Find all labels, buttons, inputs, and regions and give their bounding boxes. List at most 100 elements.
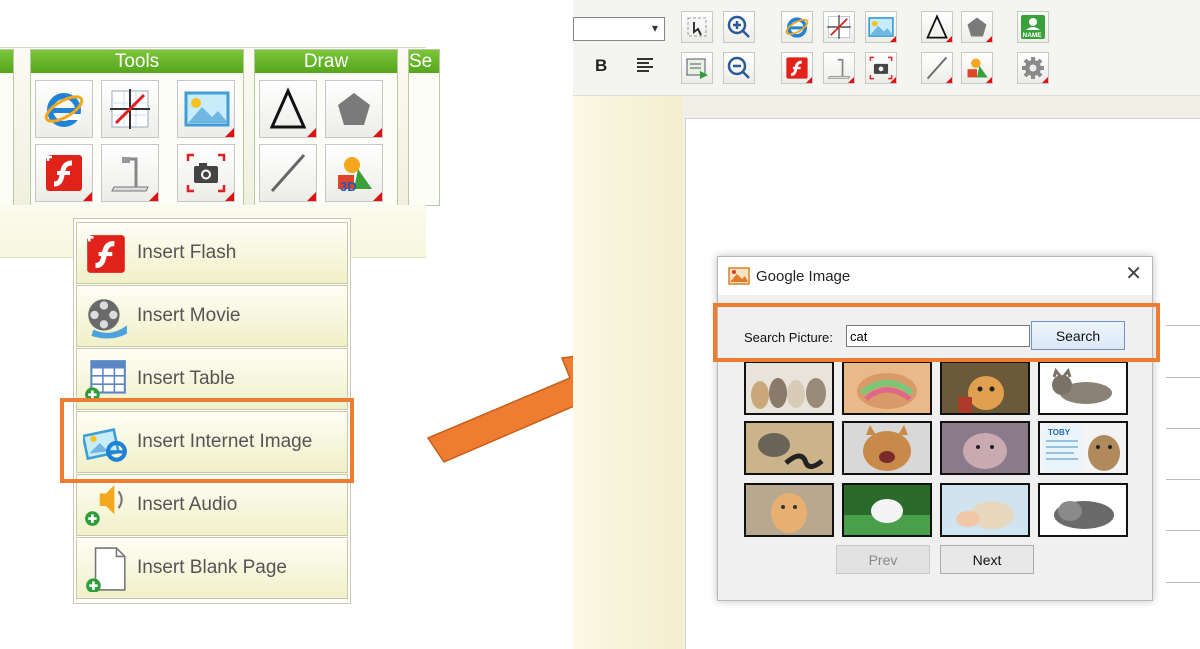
image-thumbnail[interactable] (1038, 361, 1128, 415)
more-indicator (890, 36, 896, 42)
toolbar-group-partial-right: Se (408, 49, 440, 206)
cat-photo-icon (844, 423, 930, 473)
more-indicator (225, 128, 234, 137)
image-thumbnail[interactable] (940, 421, 1030, 475)
triangle-icon (269, 87, 307, 129)
menu-item-insert-flash[interactable]: Insert Flash (76, 222, 348, 284)
next-button[interactable]: Next (940, 545, 1034, 574)
dialog-title-bar[interactable]: Google Image ✕ (718, 257, 1152, 295)
image-thumbnail[interactable] (1038, 483, 1128, 537)
line-button[interactable] (259, 144, 317, 202)
align-left-icon[interactable] (635, 56, 655, 76)
ruled-line (1166, 377, 1200, 378)
flash-icon (85, 233, 125, 273)
zoom-in-button[interactable] (723, 11, 755, 43)
screenshot-button[interactable] (177, 144, 235, 202)
ie-button-small[interactable] (781, 11, 813, 43)
image-thumbnail[interactable] (744, 483, 834, 537)
more-indicator (307, 192, 316, 201)
bold-button[interactable]: B (595, 56, 607, 76)
left-toolbar: Tools Draw 3D Se (0, 47, 440, 206)
cat-photo-icon (1040, 363, 1126, 413)
more-indicator (307, 128, 316, 137)
cat-photo-icon (942, 423, 1028, 473)
cat-photo-icon (746, 363, 832, 413)
menu-item-insert-blank-page[interactable]: Insert Blank Page (76, 537, 348, 599)
menu-item-label: Insert Audio (137, 494, 238, 515)
name-badge-label: NAME (1023, 32, 1043, 39)
picture-app-icon (728, 267, 750, 285)
flash-icon (44, 153, 82, 191)
more-indicator (848, 77, 854, 83)
3d-shapes-button[interactable]: 3D (325, 144, 383, 202)
image-thumbnail[interactable] (744, 421, 834, 475)
more-indicator (1042, 77, 1048, 83)
menu-item-label: Insert Flash (137, 242, 237, 263)
ie-button[interactable] (35, 80, 93, 138)
close-icon[interactable]: ✕ (1125, 264, 1142, 284)
zoom-in-icon (727, 15, 750, 38)
more-indicator (373, 192, 382, 201)
polygon-button[interactable] (325, 80, 383, 138)
cat-photo-icon (746, 485, 832, 535)
picture-button[interactable] (177, 80, 235, 138)
flash-button-small[interactable] (781, 52, 813, 84)
cat-photo-icon (942, 485, 1028, 535)
line-button-small[interactable] (921, 52, 953, 84)
3d-label: 3D (340, 179, 357, 194)
more-indicator (806, 77, 812, 83)
document-camera-button[interactable] (101, 144, 159, 202)
name-badge-icon: NAME (1021, 15, 1045, 39)
image-thumbnail[interactable] (842, 361, 932, 415)
cat-photo-icon (844, 363, 930, 413)
image-thumbnail[interactable]: TOBY (1038, 421, 1128, 475)
toolbar-group-partial-header (0, 50, 13, 73)
internet-explorer-icon (44, 93, 84, 127)
geometry-button-small[interactable] (823, 11, 855, 43)
cat-photo-icon (1040, 485, 1126, 535)
settings-button[interactable] (1017, 52, 1049, 84)
right-toolbar: ▾ B NAME (573, 0, 1200, 96)
image-thumbnail[interactable] (842, 483, 932, 537)
image-thumbnail[interactable] (940, 483, 1030, 537)
image-thumbnail[interactable] (940, 361, 1030, 415)
blank-page-icon (86, 547, 126, 592)
screenshot-button-small[interactable] (865, 52, 897, 84)
menu-item-insert-audio[interactable]: Insert Audio (76, 474, 348, 536)
3d-shapes-button-small[interactable] (961, 52, 993, 84)
ruled-line (1166, 530, 1200, 531)
font-select[interactable]: ▾ (573, 17, 665, 41)
document-camera-button-small[interactable] (823, 52, 855, 84)
highlight-box-insert-internet-image (60, 398, 354, 483)
polygon-button-small[interactable] (961, 11, 993, 43)
image-thumbnail[interactable] (744, 361, 834, 415)
cat-photo-icon (942, 363, 1028, 413)
slideshow-button[interactable] (681, 52, 713, 84)
more-indicator (946, 77, 952, 83)
image-thumbnail[interactable] (842, 421, 932, 475)
tools-group-header: Tools (31, 50, 243, 73)
zoom-out-button[interactable] (723, 52, 755, 84)
picture-icon (184, 91, 230, 127)
menu-item-label: Insert Movie (137, 305, 241, 326)
table-icon (85, 360, 126, 402)
coordinate-axes-icon (110, 89, 150, 129)
prev-button[interactable]: Prev (836, 545, 930, 574)
toolbar-group-partial-left (0, 49, 14, 206)
triangle-button-small[interactable] (921, 11, 953, 43)
geometry-button[interactable] (101, 80, 159, 138)
triangle-button[interactable] (259, 80, 317, 138)
select-tool-button[interactable] (681, 11, 713, 43)
flash-button[interactable] (35, 144, 93, 202)
speaker-icon (85, 485, 123, 526)
dialog-title: Google Image (756, 268, 851, 285)
pentagon-icon (338, 93, 370, 125)
more-indicator (225, 192, 234, 201)
chevron-down-icon: ▾ (651, 21, 659, 35)
name-card-button[interactable]: NAME (1017, 11, 1049, 43)
picture-button-small[interactable] (865, 11, 897, 43)
camera-icon (186, 153, 226, 193)
menu-item-insert-movie[interactable]: Insert Movie (76, 285, 348, 347)
3d-shapes-icon: 3D (338, 157, 372, 194)
draw-group-header: Draw (255, 50, 397, 73)
